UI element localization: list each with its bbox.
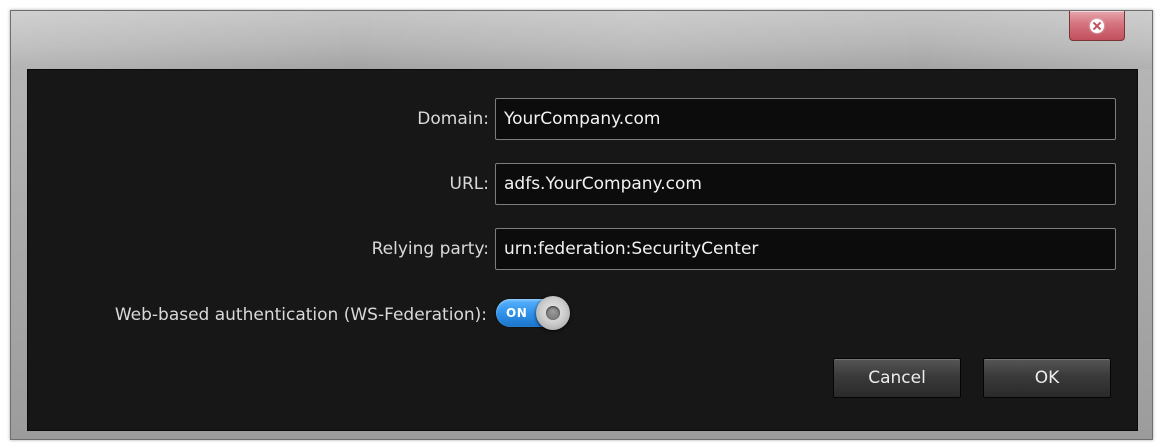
close-icon — [1090, 18, 1104, 33]
domain-input[interactable] — [495, 98, 1116, 140]
dialog-content: Domain: URL: Relying party: Web-based au… — [27, 69, 1138, 431]
relying-party-row: Relying party: — [28, 228, 1137, 270]
close-button[interactable] — [1069, 11, 1125, 41]
relying-party-input[interactable] — [495, 228, 1116, 270]
web-auth-row: Web-based authentication (WS-Federation)… — [28, 290, 1137, 332]
url-label: URL: — [449, 174, 489, 194]
cancel-button[interactable]: Cancel — [833, 358, 961, 398]
web-auth-toggle[interactable]: ON — [496, 296, 584, 330]
domain-label: Domain: — [417, 109, 489, 129]
url-row: URL: — [28, 163, 1137, 205]
ok-button[interactable]: OK — [983, 358, 1111, 398]
relying-party-label: Relying party: — [371, 239, 489, 259]
dialog-window: Domain: URL: Relying party: Web-based au… — [10, 10, 1153, 440]
domain-row: Domain: — [28, 98, 1137, 140]
title-bar[interactable] — [11, 11, 1152, 69]
toggle-knob[interactable] — [536, 296, 570, 330]
toggle-state-text: ON — [506, 306, 528, 320]
web-auth-label: Web-based authentication (WS-Federation)… — [114, 305, 487, 325]
url-input[interactable] — [495, 163, 1116, 205]
